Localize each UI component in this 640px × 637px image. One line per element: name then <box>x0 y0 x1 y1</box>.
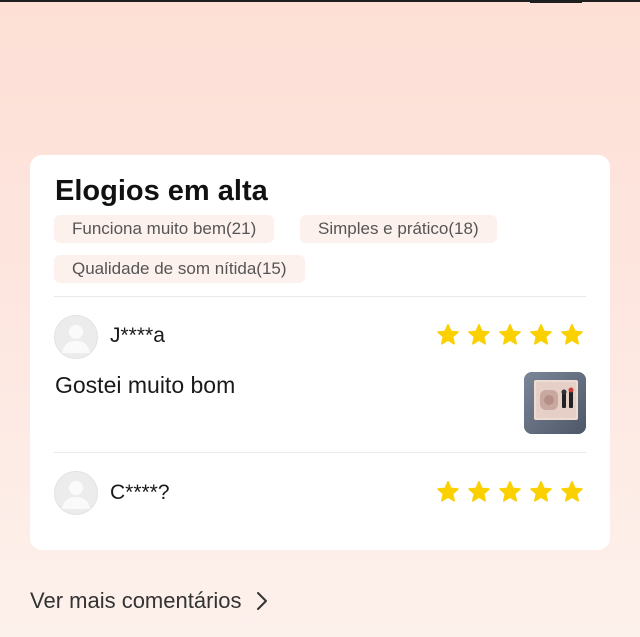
avatar <box>54 471 98 515</box>
default-user-icon <box>54 315 98 359</box>
review-text: Gostei muito bom <box>55 372 236 398</box>
see-more-label: Ver mais comentários <box>30 588 242 613</box>
star-icon <box>530 481 552 502</box>
tag-clear-sound-quality[interactable]: Qualidade de som nítida(15) <box>54 255 305 283</box>
chevron-right-icon <box>256 591 268 611</box>
see-more-comments-link[interactable]: Ver mais comentários <box>30 586 268 616</box>
tag-works-very-well[interactable]: Funciona muito bem(21) <box>54 215 275 243</box>
star-icon <box>499 481 521 502</box>
section-title: Elogios em alta <box>55 175 268 207</box>
star-icon <box>530 324 552 345</box>
rating-stars <box>436 323 584 347</box>
star-icon <box>468 481 490 502</box>
divider <box>54 296 586 297</box>
star-icon <box>561 481 583 502</box>
star-icon <box>561 324 583 345</box>
default-user-icon <box>54 471 98 515</box>
review-photo <box>524 372 586 434</box>
top-border-accent <box>530 0 582 3</box>
reviewer-name: J****a <box>110 324 165 347</box>
star-icon <box>437 324 459 345</box>
tag-simple-practical[interactable]: Simples e prático(18) <box>300 215 497 243</box>
avatar <box>54 315 98 359</box>
rating-stars <box>436 480 584 504</box>
review-photo-thumbnail[interactable] <box>524 372 586 434</box>
divider <box>54 452 586 453</box>
top-reviews-card: Elogios em alta Funciona muito bem(21) S… <box>30 155 610 550</box>
reviewer-name: C****? <box>110 481 170 504</box>
star-icon <box>468 324 490 345</box>
star-icon <box>499 324 521 345</box>
star-icon <box>437 481 459 502</box>
